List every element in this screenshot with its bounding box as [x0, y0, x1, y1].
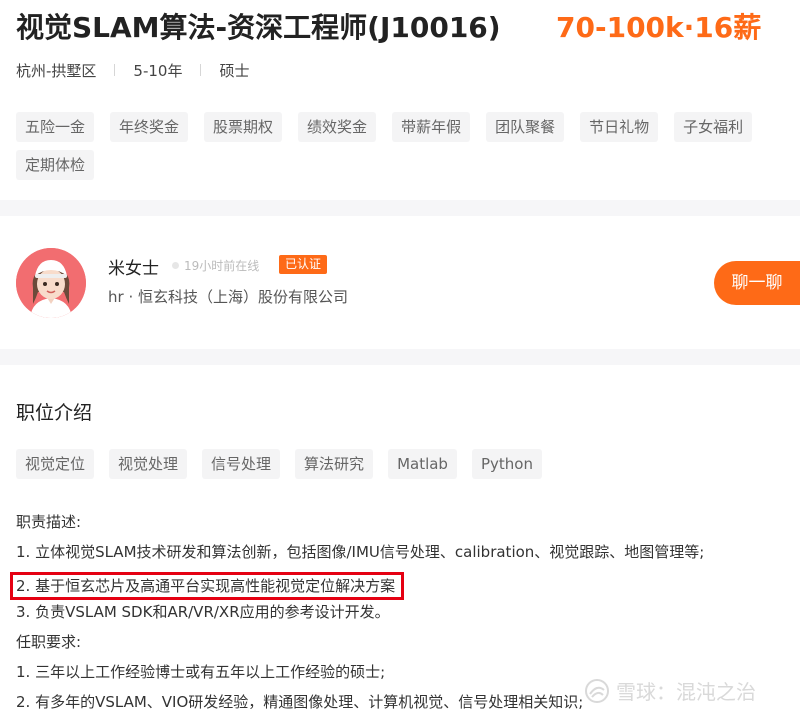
- requirements-title: 任职要求:: [16, 633, 82, 651]
- benefit-tag: 年终奖金: [110, 112, 189, 142]
- section-divider: [0, 200, 800, 216]
- benefit-tag: 带薪年假: [392, 112, 471, 142]
- skill-tags: 视觉定位 视觉处理 信号处理 算法研究 Matlab Python: [16, 449, 542, 479]
- skill-tag: Matlab: [388, 449, 457, 479]
- recruiter-avatar[interactable]: [16, 248, 86, 318]
- highlight-box: 2. 基于恒玄芯片及高通平台实现高性能视觉定位解决方案: [10, 572, 405, 600]
- duty-item-highlighted: 2. 基于恒玄芯片及高通平台实现高性能视觉定位解决方案: [10, 572, 796, 602]
- online-status: 19小时前在线: [172, 257, 259, 274]
- meta-divider: [114, 64, 116, 76]
- benefit-tag: 定期体检: [16, 150, 95, 180]
- online-dot-icon: [172, 262, 179, 269]
- skill-tag: 信号处理: [202, 449, 281, 479]
- benefit-tags: 五险一金 年终奖金 股票期权 绩效奖金 带薪年假 团队聚餐 节日礼物 子女福利 …: [16, 112, 786, 180]
- benefit-tag: 绩效奖金: [298, 112, 377, 142]
- skill-tag: Python: [471, 449, 542, 479]
- online-status-text: 19小时前在线: [184, 259, 260, 273]
- section-divider: [0, 349, 800, 365]
- benefit-tag: 子女福利: [674, 112, 753, 142]
- verified-badge: 已认证: [279, 255, 328, 274]
- section-heading-job-intro: 职位介绍: [16, 402, 93, 424]
- skill-tag: 视觉定位: [16, 449, 95, 479]
- job-header: 视觉SLAM算法-资深工程师(J10016) 70-100k·16薪 杭州-拱墅…: [0, 0, 800, 200]
- skill-tag: 视觉处理: [109, 449, 188, 479]
- benefit-tag: 节日礼物: [580, 112, 659, 142]
- watermark-text: 雪球：混沌之治: [616, 680, 756, 704]
- benefit-tag: 股票期权: [204, 112, 283, 142]
- job-meta: 杭州-拱墅区 5-10年 硕士: [16, 60, 249, 80]
- duty-item-text: 2. 基于恒玄芯片及高通平台实现高性能视觉定位解决方案: [16, 577, 396, 595]
- job-education: 硕士: [219, 61, 250, 80]
- duties-title: 职责描述:: [16, 513, 82, 531]
- benefit-tag: 五险一金: [16, 112, 95, 142]
- watermark: 雪球：混沌之治: [584, 676, 756, 705]
- avatar-illustration: [16, 248, 86, 318]
- snowball-logo-icon: [585, 678, 609, 703]
- job-experience: 5-10年: [133, 61, 183, 80]
- salary: 70-100k·16薪: [556, 11, 762, 44]
- benefit-tag: 团队聚餐: [486, 112, 565, 142]
- job-location: 杭州-拱墅区: [16, 61, 97, 80]
- recruiter-name: 米女士: [108, 259, 159, 279]
- job-title: 视觉SLAM算法-资深工程师(J10016): [16, 11, 501, 44]
- meta-divider: [200, 64, 202, 76]
- skill-tag: 算法研究: [295, 449, 374, 479]
- duty-item: 3. 负责VSLAM SDK和AR/VR/XR应用的参考设计开发。: [16, 603, 390, 621]
- chat-button[interactable]: 聊一聊: [714, 261, 800, 305]
- duty-item: 1. 立体视觉SLAM技术研发和算法创新，包括图像/IMU信号处理、calibr…: [16, 543, 705, 561]
- recruiter-company: hr · 恒玄科技（上海）股份有限公司: [108, 288, 348, 306]
